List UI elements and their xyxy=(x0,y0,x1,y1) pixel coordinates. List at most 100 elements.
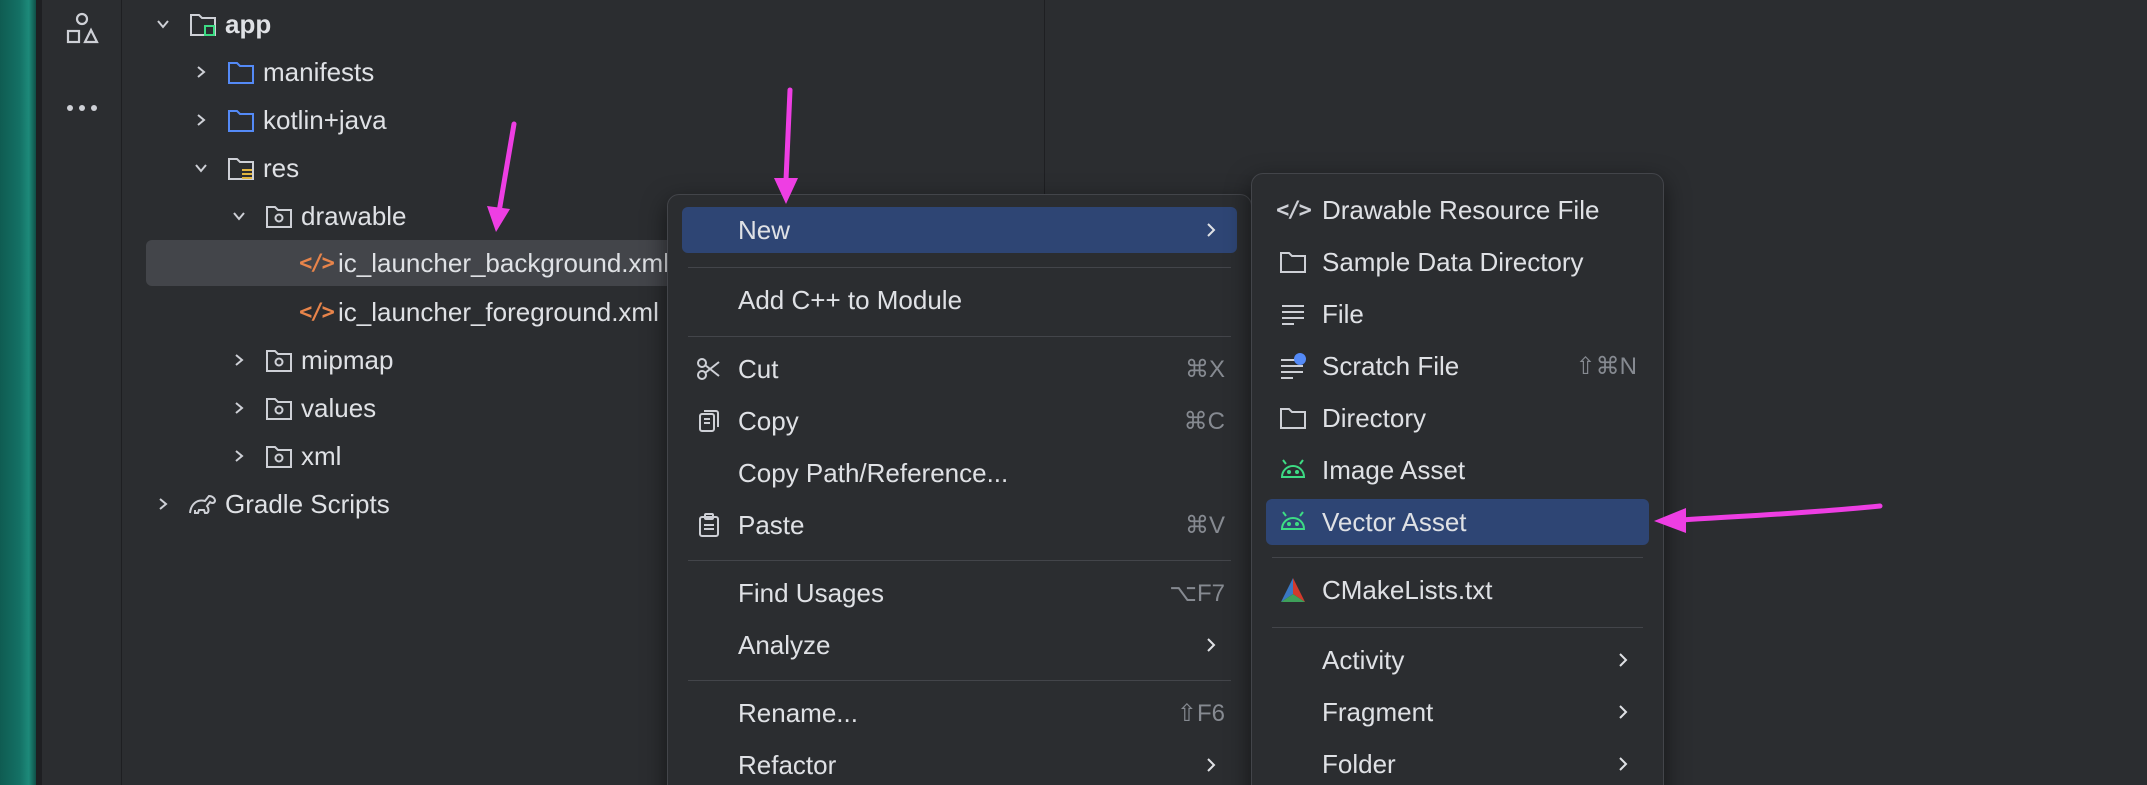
folder-icon xyxy=(1276,401,1310,435)
more-icon[interactable] xyxy=(60,86,104,130)
menu-item-label: Copy Path/Reference... xyxy=(738,457,1009,488)
menu-item-cmakelists[interactable]: CMakeLists.txt xyxy=(1266,567,1649,613)
menu-item-analyze[interactable]: Analyze xyxy=(682,622,1237,668)
chevron-right-icon xyxy=(1201,755,1221,775)
menu-item-label: Add C++ to Module xyxy=(738,284,963,315)
menu-item-label: Activity xyxy=(1322,644,1405,675)
chevron-right-icon[interactable] xyxy=(225,346,253,374)
tree-item-label: app xyxy=(225,8,272,39)
shortcut-label: ⌘X xyxy=(1184,355,1225,383)
xml-file-icon: </> xyxy=(299,250,335,276)
paste-icon xyxy=(692,508,726,542)
menu-separator xyxy=(688,267,1231,268)
tree-item-label: ic_launcher_background.xml xyxy=(338,247,669,278)
menu-item-image-asset[interactable]: Image Asset xyxy=(1266,447,1649,493)
chevron-right-icon xyxy=(1201,220,1221,240)
tree-item-kotlin-java[interactable]: kotlin+java xyxy=(187,97,387,143)
xml-file-icon: </> xyxy=(299,299,335,325)
xml-file-icon: </> xyxy=(1276,197,1312,223)
menu-item-directory[interactable]: Directory xyxy=(1266,395,1649,441)
chevron-down-icon[interactable] xyxy=(149,10,177,38)
tree-item-ic-launcher-foreground[interactable]: </> ic_launcher_foreground.xml xyxy=(299,289,659,335)
menu-item-find-usages[interactable]: Find Usages ⌥F7 xyxy=(682,570,1237,616)
menu-item-scratch-file[interactable]: Scratch File ⇧⌘N xyxy=(1266,343,1649,389)
shortcut-label: ⇧F6 xyxy=(1176,699,1225,727)
menu-item-activity[interactable]: Activity xyxy=(1266,637,1649,683)
menu-item-label: Drawable Resource File xyxy=(1322,194,1600,225)
ide-window: app manifests kotlin+java res drawable <… xyxy=(0,0,2147,785)
menu-item-label: Scratch File xyxy=(1322,350,1460,381)
menu-item-cut[interactable]: Cut ⌘X xyxy=(682,346,1237,392)
tree-item-label: drawable xyxy=(301,200,407,231)
menu-separator xyxy=(1272,627,1643,628)
menu-item-folder[interactable]: Folder xyxy=(1266,741,1649,785)
chevron-down-icon[interactable] xyxy=(187,154,215,182)
menu-item-label: CMakeLists.txt xyxy=(1322,574,1493,605)
tree-item-mipmap[interactable]: mipmap xyxy=(225,337,393,383)
scratch-file-icon xyxy=(1276,349,1310,383)
shortcut-label: ⇧⌘N xyxy=(1575,352,1637,380)
android-icon xyxy=(1276,453,1310,487)
menu-item-sample-data-directory[interactable]: Sample Data Directory xyxy=(1266,239,1649,285)
menu-item-label: Image Asset xyxy=(1322,454,1466,485)
tree-item-manifests[interactable]: manifests xyxy=(187,49,374,95)
menu-item-label: New xyxy=(738,214,791,245)
menu-item-label: Rename... xyxy=(738,697,858,728)
chevron-right-icon[interactable] xyxy=(187,58,215,86)
resource-folder-icon xyxy=(225,152,257,184)
tree-item-label: res xyxy=(263,152,300,183)
tree-item-label: manifests xyxy=(263,56,375,87)
menu-item-file[interactable]: File xyxy=(1266,291,1649,337)
context-menu: New Add C++ to Module Cut ⌘X Copy ⌘C Cop… xyxy=(667,194,1252,785)
folder-icon xyxy=(225,104,257,136)
menu-item-rename[interactable]: Rename... ⇧F6 xyxy=(682,690,1237,736)
menu-item-new[interactable]: New xyxy=(682,207,1237,253)
menu-item-label: Analyze xyxy=(738,629,831,660)
chevron-right-icon xyxy=(1201,635,1221,655)
folder-icon xyxy=(1276,245,1310,279)
tree-item-drawable[interactable]: drawable xyxy=(225,193,407,239)
text-file-icon xyxy=(1276,297,1310,331)
chevron-right-icon xyxy=(1613,754,1633,774)
package-folder-icon xyxy=(263,440,295,472)
menu-separator xyxy=(1272,557,1643,558)
chevron-right-icon[interactable] xyxy=(187,106,215,134)
menu-item-paste[interactable]: Paste ⌘V xyxy=(682,502,1237,548)
structure-icon[interactable] xyxy=(60,6,104,50)
tree-item-xml[interactable]: xml xyxy=(225,433,341,479)
cmake-icon xyxy=(1276,573,1310,607)
chevron-down-icon[interactable] xyxy=(225,202,253,230)
chevron-right-icon[interactable] xyxy=(225,442,253,470)
folder-icon xyxy=(225,56,257,88)
tree-item-res[interactable]: res xyxy=(187,145,299,191)
gradle-icon xyxy=(187,488,219,520)
menu-item-vector-asset[interactable]: Vector Asset xyxy=(1266,499,1649,545)
menu-item-refactor[interactable]: Refactor xyxy=(682,742,1237,785)
new-submenu: </> Drawable Resource File Sample Data D… xyxy=(1251,173,1664,785)
menu-item-copy-path[interactable]: Copy Path/Reference... xyxy=(682,450,1237,496)
menu-item-add-cpp[interactable]: Add C++ to Module xyxy=(682,277,1237,323)
package-folder-icon xyxy=(263,392,295,424)
tree-item-label: xml xyxy=(301,440,342,471)
menu-item-copy[interactable]: Copy ⌘C xyxy=(682,398,1237,444)
tree-item-app[interactable]: app xyxy=(149,1,271,47)
android-icon xyxy=(1276,505,1310,539)
tree-item-values[interactable]: values xyxy=(225,385,376,431)
tree-item-label: mipmap xyxy=(301,344,394,375)
menu-separator xyxy=(688,336,1231,337)
copy-icon xyxy=(692,404,726,438)
menu-item-label: Fragment xyxy=(1322,696,1434,727)
tree-item-gradle-scripts[interactable]: Gradle Scripts xyxy=(149,481,390,527)
menu-item-drawable-resource-file[interactable]: </> Drawable Resource File xyxy=(1266,187,1649,233)
menu-item-label: Cut xyxy=(738,353,779,384)
package-folder-icon xyxy=(263,344,295,376)
chevron-right-icon[interactable] xyxy=(225,394,253,422)
tree-item-label: ic_launcher_foreground.xml xyxy=(338,296,659,327)
tree-item-label: Gradle Scripts xyxy=(225,488,390,519)
chevron-right-icon[interactable] xyxy=(149,490,177,518)
menu-item-fragment[interactable]: Fragment xyxy=(1266,689,1649,735)
tool-window-stripe xyxy=(42,0,122,785)
menu-item-label: Find Usages xyxy=(738,577,884,608)
tree-item-label: values xyxy=(301,392,377,423)
chevron-right-icon xyxy=(1613,702,1633,722)
